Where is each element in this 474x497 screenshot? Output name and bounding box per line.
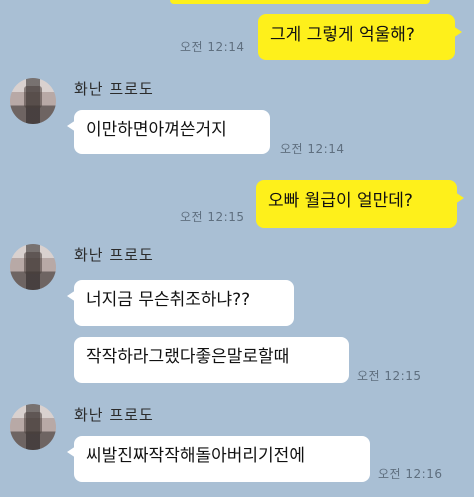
incoming-message-bubble[interactable]: 씨발진짜작작해돌아버리기전에: [67, 436, 370, 482]
message-time: 오전 12:14: [280, 142, 345, 156]
previous-message-edge: [170, 0, 430, 4]
incoming-message-bubble[interactable]: 이만하면아껴쓴거지: [67, 110, 270, 154]
message-time: 오전 12:14: [180, 40, 245, 54]
message-time: 오전 12:16: [378, 467, 443, 481]
sender-avatar[interactable]: [10, 404, 56, 450]
outgoing-message-bubble[interactable]: 그게 그렇게 억울해?: [258, 14, 462, 60]
outgoing-message-bubble[interactable]: 오빠 월급이 얼만데?: [256, 180, 464, 228]
incoming-message-bubble[interactable]: 작작하라그랬다좋은말로할때: [74, 337, 349, 383]
incoming-message-bubble[interactable]: 너지금 무슨취조하냐??: [67, 280, 294, 326]
chat-area[interactable]: 오전 12:14 그게 그렇게 억울해? 화난 프로도 이만하면아껴쓴거지 오전…: [0, 0, 474, 497]
message-time: 오전 12:15: [357, 369, 422, 383]
message-time: 오전 12:15: [180, 210, 245, 224]
sender-avatar[interactable]: [10, 244, 56, 290]
sender-name: 화난 프로도: [74, 406, 154, 424]
sender-name: 화난 프로도: [74, 246, 154, 264]
sender-avatar[interactable]: [10, 78, 56, 124]
sender-name: 화난 프로도: [74, 80, 154, 98]
